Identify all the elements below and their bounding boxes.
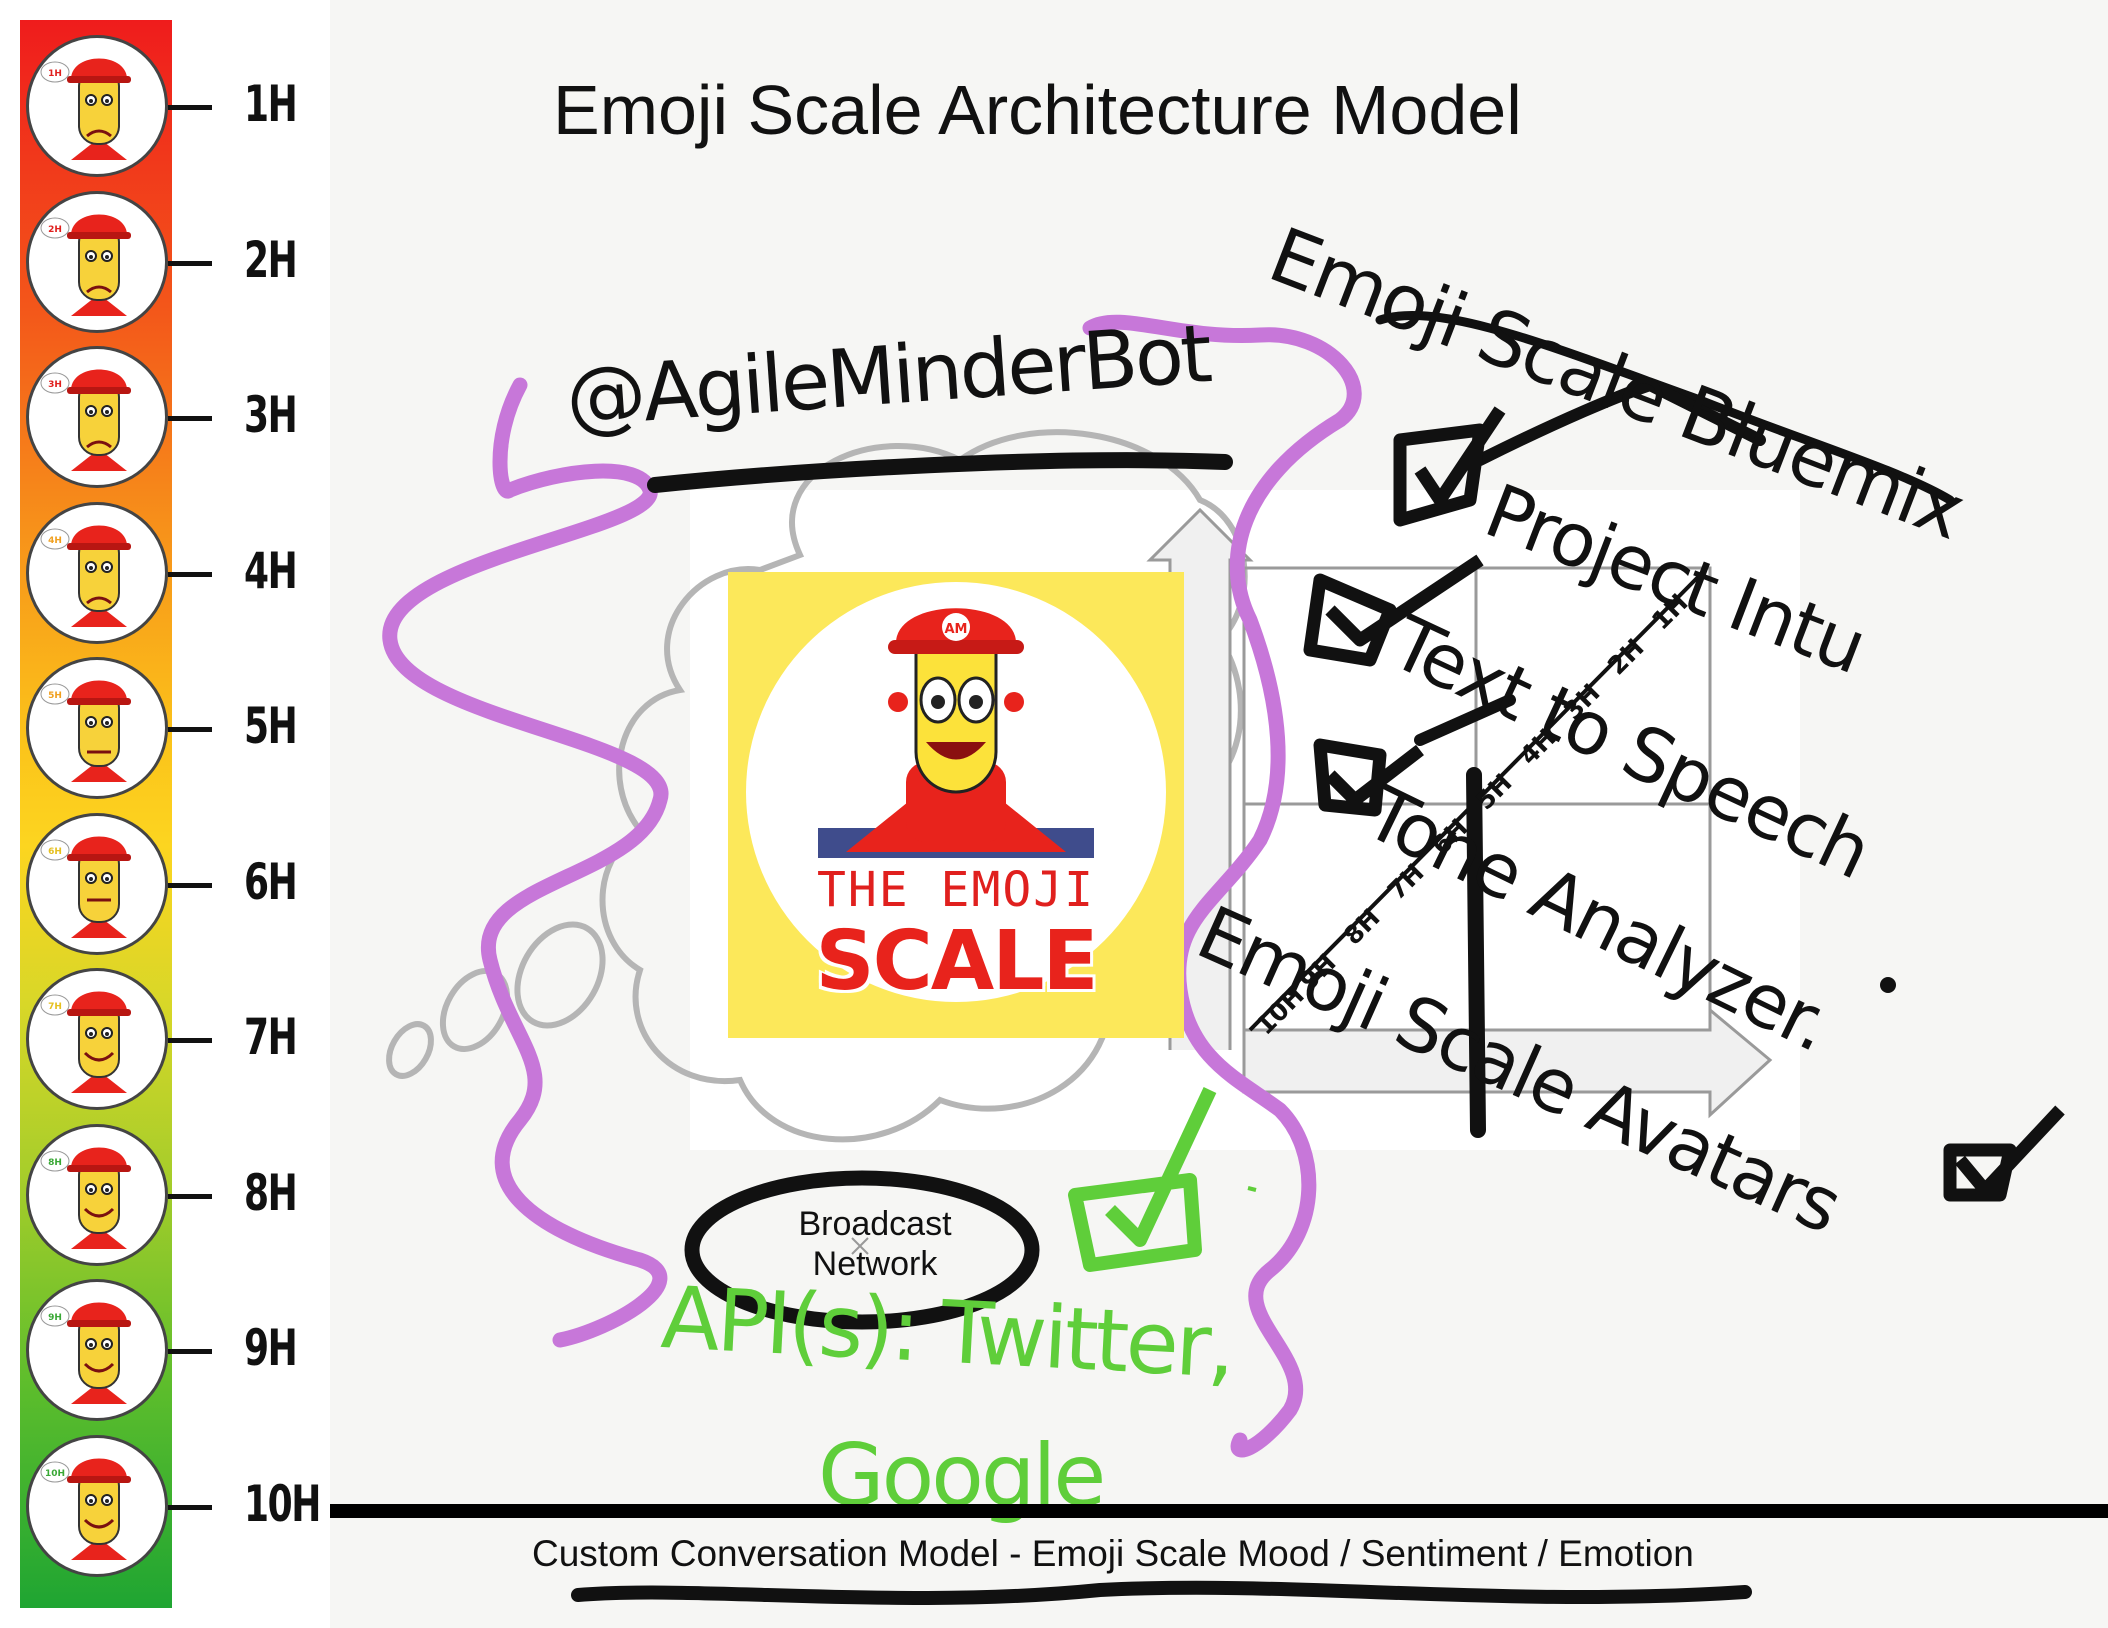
logo-title-line1: THE EMOJI: [816, 862, 1096, 918]
thought-bubble-small: [386, 1021, 434, 1079]
logo-title-line2: SCALE: [815, 914, 1099, 1009]
green-tick-mark: [1247, 1186, 1257, 1192]
bot-handle-underline: [647, 452, 1233, 493]
footer-caption: Custom Conversation Model - Emoji Scale …: [532, 1533, 1694, 1574]
footer-baseline: [330, 1504, 2108, 1518]
emoji-scale-logo: AM THE EMOJI SCALE: [728, 572, 1184, 1038]
logo-hat-badge: AM: [945, 622, 968, 637]
broadcast-network-label: Broadcast Network: [770, 1204, 980, 1284]
tone-analyzer-dot: [1880, 977, 1896, 993]
broadcast-line1: Broadcast: [798, 1205, 952, 1243]
checkbox-avatars: [1943, 1105, 2065, 1202]
footer-underline: [571, 1580, 1752, 1606]
